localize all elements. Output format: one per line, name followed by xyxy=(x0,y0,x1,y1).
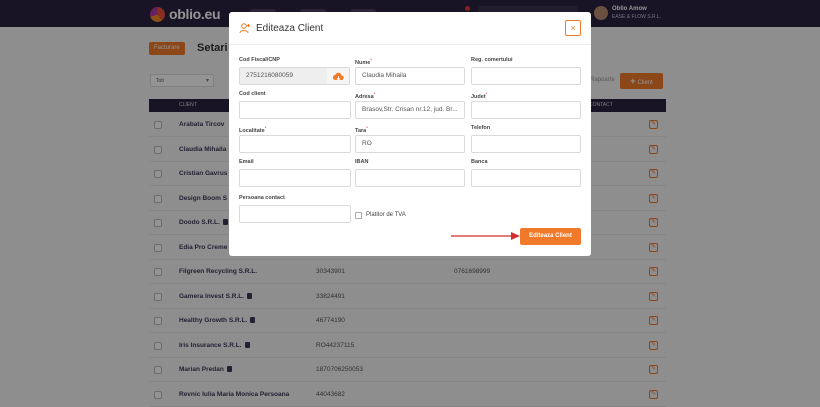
judet-input[interactable] xyxy=(471,101,581,119)
cloud-download-icon xyxy=(333,72,344,81)
platitor-tva-label[interactable]: Platitor de TVA xyxy=(366,212,406,218)
tara-input[interactable]: RO xyxy=(355,135,465,153)
anaf-lookup-button[interactable] xyxy=(327,67,350,85)
red-arrow-annotation-icon xyxy=(451,232,520,240)
edit-client-modal: Editeaza Client × Cod Fiscal/CNP 2751216… xyxy=(229,12,591,256)
email-input[interactable] xyxy=(239,169,351,187)
cod-client-input[interactable] xyxy=(239,101,351,119)
telefon-input[interactable] xyxy=(471,135,581,153)
platitor-tva-checkbox[interactable] xyxy=(355,212,362,219)
nume-label: Nume* xyxy=(355,57,372,66)
telefon-label: Telefon xyxy=(471,125,491,131)
tara-label: Tara* xyxy=(355,125,368,134)
close-modal-button[interactable]: × xyxy=(565,20,581,36)
cod-fiscal-input[interactable]: 2751216080059 xyxy=(239,67,328,85)
localitate-label: Localitate* xyxy=(239,125,267,134)
user-plus-icon xyxy=(239,23,250,34)
banca-input[interactable] xyxy=(471,169,581,187)
editeaza-client-submit-button[interactable]: Editeaza Client xyxy=(520,228,581,245)
cod-client-label: Cod client xyxy=(239,91,266,97)
modal-title: Editeaza Client xyxy=(256,23,324,34)
modal-header: Editeaza Client × xyxy=(229,12,591,45)
nume-input[interactable]: Claudia Mihaila xyxy=(355,67,465,85)
iban-input[interactable] xyxy=(355,169,465,187)
email-label: Email xyxy=(239,159,254,165)
localitate-input[interactable] xyxy=(239,135,351,153)
adresa-label: Adresa* xyxy=(355,91,376,100)
iban-label: IBAN xyxy=(355,159,369,165)
persoana-contact-input[interactable] xyxy=(239,205,351,223)
reg-comertului-input[interactable] xyxy=(471,67,581,85)
reg-comertului-label: Reg. comertului xyxy=(471,57,513,63)
cod-fiscal-label: Cod Fiscal/CNP xyxy=(239,57,280,63)
banca-label: Banca xyxy=(471,159,488,165)
adresa-input[interactable]: Brasov,Str. Crisan nr.12, jud. Br... xyxy=(355,101,465,119)
judet-label: Judet* xyxy=(471,91,488,100)
persoana-contact-label: Persoana contact xyxy=(239,195,285,201)
